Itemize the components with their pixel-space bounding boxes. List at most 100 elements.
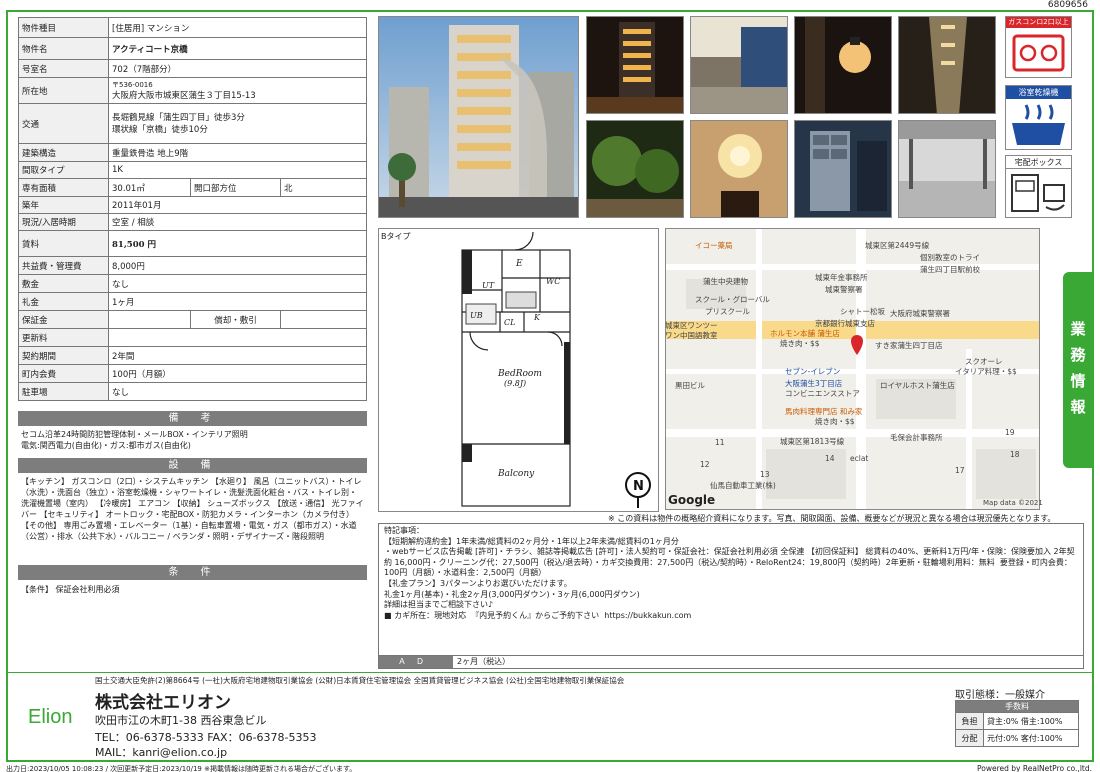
map-label: すき家蒲生四丁目店 [875,341,943,350]
map-labels: イコー薬局 城東区第2449号線 個別教室のトライ 蒲生四丁目駅前校 蒲生中央建物 城東年… [665,228,1040,510]
photo-lamp [794,16,892,114]
ad-label: ＡＤ [379,656,453,668]
burden-value: 貸主:0% 借主:100% [983,712,1079,730]
company-logo: Elion [28,706,73,728]
amortization-label: 償却・敷引 [190,310,281,329]
amortization-value [280,310,367,329]
access-line-2: 環状線「京橋」徒歩10分 [112,124,208,135]
company-name: 株式会社エリオン [95,693,231,713]
security-value [108,310,191,329]
room-label: 号室名 [18,59,109,78]
parking-label: 駐車場 [18,382,109,401]
type-value: [住居用] マンション [108,17,367,38]
special-notes: 特記事項： 【短期解約違約金】1年未満/総賃料の2ヶ月分・1年以上2年未満/総賃料… [378,523,1084,656]
area-label: 専有面積 [18,178,109,197]
rent-label: 賃料 [18,230,109,257]
exterior-photo [378,16,579,218]
built-label: 築年 [18,196,109,214]
fp-bedroom: BedRoom [497,369,542,379]
photo-night-exterior [586,16,684,114]
map-label: 14 [825,454,835,463]
type-label: 物件種目 [18,17,109,38]
remarks-line-2: 電気:関西電力(自由化)・ガス:都市ガス(自由化) [21,441,191,450]
key-money-value: 1ヶ月 [108,292,367,311]
map-label: 毛保会計事務所 [890,433,943,442]
split-label: 分配 [955,729,984,747]
access-line-1: 長堀鶴見線「蒲生四丁目」徒歩3分 [112,112,245,123]
status-value: 空室 / 相談 [108,213,367,231]
renewal-label: 更新料 [18,328,109,347]
map-label: 城東区第1813号線 [780,437,845,446]
map-copyright: Map data ©2021 [983,499,1043,507]
notes-title: 特記事項： [384,526,424,535]
company-address: 吹田市江の木町1-38 西谷東急ビル [95,714,267,727]
photo-mailbox [794,120,892,218]
side-tab-char-4: 報 [1070,398,1086,416]
map-label: eclat [850,454,869,463]
company-email[interactable]: MAIL：kanri@elion.co.jp [95,744,227,760]
photo-entrance [690,16,788,114]
access-label: 交通 [18,103,109,144]
commission-table: 手数料 負担 貸主:0% 借主:100% 分配 元付:0% 客付:100% [955,700,1079,747]
layout-label: 間取タイプ [18,161,109,179]
business-info-tab[interactable]: 業 務 情 報 [1063,272,1093,468]
fp-room-e: E [515,259,523,269]
deal-mode: 取引態様：一般媒介 [955,690,1045,701]
fp-balcony: Balcony [497,469,535,479]
map-label: 大阪府城東警察署 [890,309,950,318]
map-label: イタリア料理・$$ [955,367,1017,376]
fp-room-ut: UT [482,281,495,290]
map-label: 城東警察署 [825,285,863,294]
status-label: 現況/入居時期 [18,213,109,231]
structure-label: 建築構造 [18,143,109,162]
map-label: 13 [760,470,770,479]
fee-label: 共益費・管理費 [18,256,109,275]
powered-by: Powered by RealNetPro co.,ltd. [977,764,1092,772]
community-value: 100円（月額） [108,364,367,383]
burden-label: 負担 [955,712,984,730]
photo-bicycle-parking [898,120,996,218]
rent-value: 81,500 円 [108,230,367,257]
photo-hallway [898,16,996,114]
map-label: 19 [1005,428,1015,437]
delivery-box-icon [1011,174,1065,212]
conditions-header: 条 件 [18,565,367,580]
floorplan-type-label: Bタイプ [381,232,411,241]
photo-garden [586,120,684,218]
map-label: 焼き肉・$$ [815,417,855,426]
address-label: 所在地 [18,77,109,104]
notes-body: 【短期解約違約金】1年未満/総賃料の2ヶ月分・1年以上2年未満/総賃料の1ヶ月分… [384,536,1075,620]
structure-value: 重量鉄骨造 地上9階 [108,143,367,162]
map-label: 城東年金事務所 [815,273,868,282]
direction-value: 北 [280,178,367,197]
map-label: イコー薬局 [695,241,733,250]
property-spec-table: 物件種目 [住居用] マンション 物件名 アクティコート京橋 号室名 702（7階部分… [18,17,367,401]
fee-value: 8,000円 [108,256,367,275]
map-label: ワン中国語教室 [665,331,718,340]
company-registration: 国土交通大臣免許(2)第8664号 (一社)大阪府宅地建物取引業協会 (公財)日… [95,676,625,685]
map-label: 蒲生中央建物 [703,277,748,286]
map-label: セブン-イレブン [785,367,841,376]
fp-bedroom-size: (9.8J) [504,379,526,388]
map-label: 黒田ビル [675,381,705,390]
map-label: コンビニエンスストア [785,389,860,398]
name-value: アクティコート京橋 [108,37,367,60]
equipment-header: 設 備 [18,458,367,473]
contract-label: 契約期間 [18,346,109,365]
company-phone: TEL：06-6378-5333 FAX：06-6378-5353 [95,731,317,744]
gas-stove-icon [1012,34,1065,72]
remarks-header: 備 考 [18,411,367,426]
postal-code: 〒536-0016 [112,80,153,89]
parking-value: なし [108,382,367,401]
map-label: 11 [715,438,725,447]
bath-dryer-badge: 浴室乾燥機 [1005,85,1072,150]
layout-value: 1K [108,161,367,179]
gas-stove-badge: ガスコンロ2口以上 [1005,16,1072,78]
map-label: ロイヤルホスト蒲生店 [880,381,955,390]
renewal-value [108,328,367,347]
direction-label: 開口部方位 [190,178,281,197]
fp-room-ub: UB [470,311,483,320]
room-value: 702（7階部分） [108,59,367,78]
community-label: 町内会費 [18,364,109,383]
footer-divider [8,672,1092,673]
